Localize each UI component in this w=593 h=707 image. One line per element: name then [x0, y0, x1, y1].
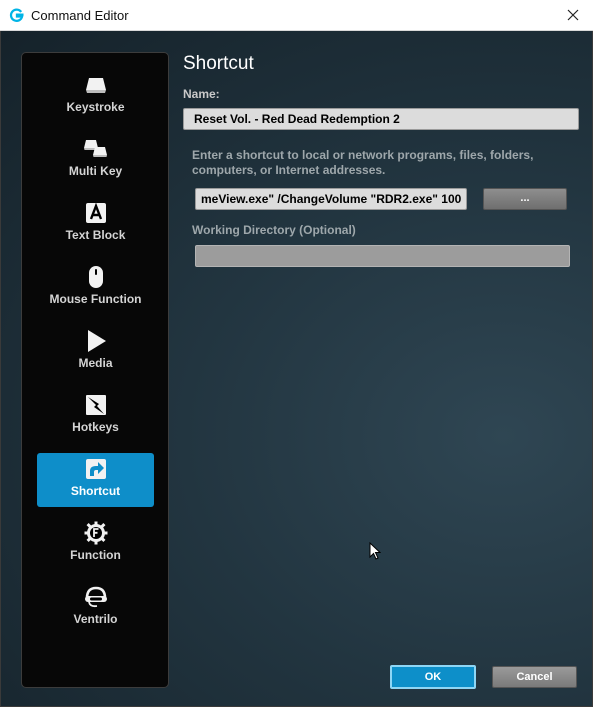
editor-panel: Keystroke Multi Key Text Block Mouse Fun…: [0, 31, 593, 707]
ok-button[interactable]: OK: [390, 665, 476, 689]
title-bar: Command Editor: [0, 0, 593, 31]
shortcut-arrow-icon: [86, 459, 106, 479]
text-block-icon: [86, 202, 106, 223]
sidebar-item-label: Keystroke: [66, 100, 125, 114]
ventrilo-headset-icon: [85, 586, 107, 608]
close-button[interactable]: [553, 0, 593, 31]
hotkeys-icon: [86, 395, 106, 415]
close-icon: [567, 9, 579, 21]
sidebar-item-label: Mouse Function: [49, 292, 142, 306]
working-directory-label: Working Directory (Optional): [192, 223, 356, 237]
shortcut-path-input[interactable]: [195, 188, 467, 210]
mouse-pointer-icon: [369, 542, 381, 560]
name-label: Name:: [183, 87, 220, 101]
sidebar-item-ventrilo[interactable]: Ventrilo: [37, 581, 154, 635]
sidebar-item-label: Hotkeys: [72, 420, 119, 434]
name-input[interactable]: [183, 108, 579, 130]
sidebar-item-label: Shortcut: [70, 484, 121, 498]
cancel-button[interactable]: Cancel: [492, 666, 577, 688]
sidebar-item-label: Multi Key: [68, 164, 123, 178]
sidebar-item-multi-key[interactable]: Multi Key: [37, 133, 154, 187]
sidebar-item-media[interactable]: Media: [37, 325, 154, 379]
play-icon: [88, 330, 106, 352]
function-gear-icon: [84, 521, 108, 545]
sidebar-item-hotkeys[interactable]: Hotkeys: [37, 389, 154, 443]
multi-key-icon: [84, 140, 107, 157]
sidebar-item-keystroke[interactable]: Keystroke: [37, 69, 154, 123]
mouse-icon: [89, 266, 103, 288]
sidebar-item-shortcut[interactable]: Shortcut: [37, 453, 154, 507]
command-type-sidebar: Keystroke Multi Key Text Block Mouse Fun…: [21, 52, 169, 688]
sidebar-item-mouse-function[interactable]: Mouse Function: [37, 261, 154, 315]
sidebar-item-label: Text Block: [65, 228, 126, 242]
sidebar-item-label: Ventrilo: [73, 612, 118, 626]
sidebar-item-text-block[interactable]: Text Block: [37, 197, 154, 251]
browse-button[interactable]: ...: [483, 188, 567, 210]
page-title: Shortcut: [183, 53, 254, 74]
keystroke-icon: [86, 78, 106, 93]
sidebar-item-label: Media: [78, 356, 113, 370]
working-directory-input[interactable]: [195, 245, 570, 267]
window-title: Command Editor: [31, 8, 129, 23]
logitech-g-logo-icon: [9, 8, 24, 22]
shortcut-description: Enter a shortcut to local or network pro…: [192, 148, 534, 177]
sidebar-item-function[interactable]: Function: [37, 517, 154, 571]
sidebar-item-label: Function: [70, 548, 121, 562]
